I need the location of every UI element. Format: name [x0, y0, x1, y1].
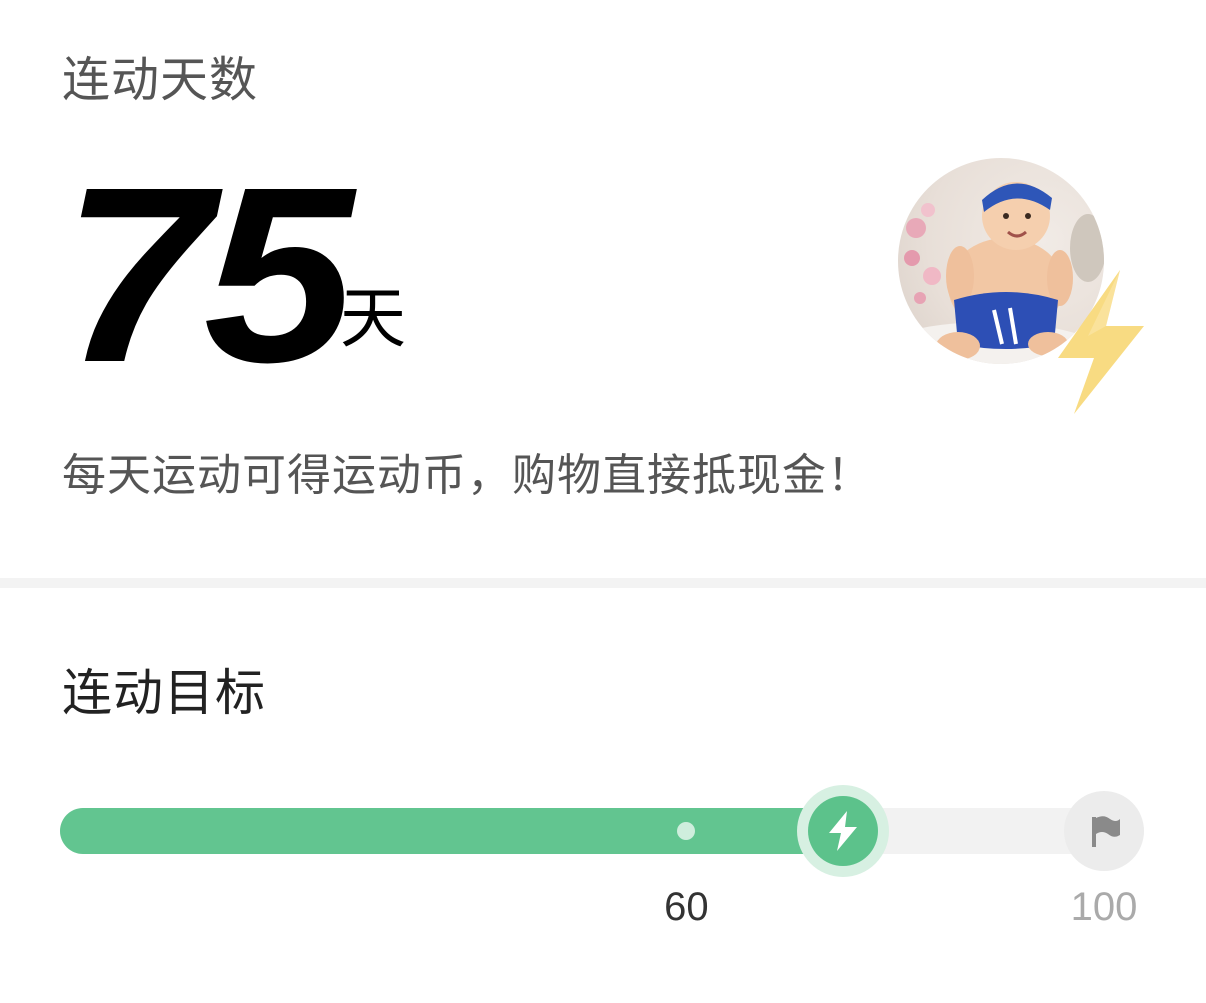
progress-thumb[interactable]: [797, 785, 889, 877]
streak-description: 每天运动可得运动币，购物直接抵现金！: [62, 450, 872, 501]
goal-progress-bar[interactable]: [60, 785, 1144, 877]
goal-end-marker: [1064, 791, 1144, 871]
streak-days-unit: 天: [340, 280, 406, 357]
flag-icon: [1092, 816, 1120, 847]
lightning-bolt-icon: [829, 811, 857, 851]
goal-card: [0, 588, 1206, 998]
streak-card: 连动天数 75 天 每天运动可得运动币，购物直接抵现金！: [0, 0, 1206, 578]
goal-title: 连动目标: [62, 664, 266, 722]
progress-thumb-circle: [808, 796, 878, 866]
lightning-bolt-icon: [1048, 266, 1148, 416]
target-label: 100: [1070, 885, 1138, 929]
goal-progress-fill: [60, 808, 863, 854]
user-avatar-group[interactable]: [898, 158, 1158, 418]
milestone-label: 60: [664, 885, 709, 929]
streak-days-value: 75: [62, 135, 354, 414]
section-divider: [0, 578, 1206, 588]
streak-title: 连动天数: [62, 52, 259, 108]
